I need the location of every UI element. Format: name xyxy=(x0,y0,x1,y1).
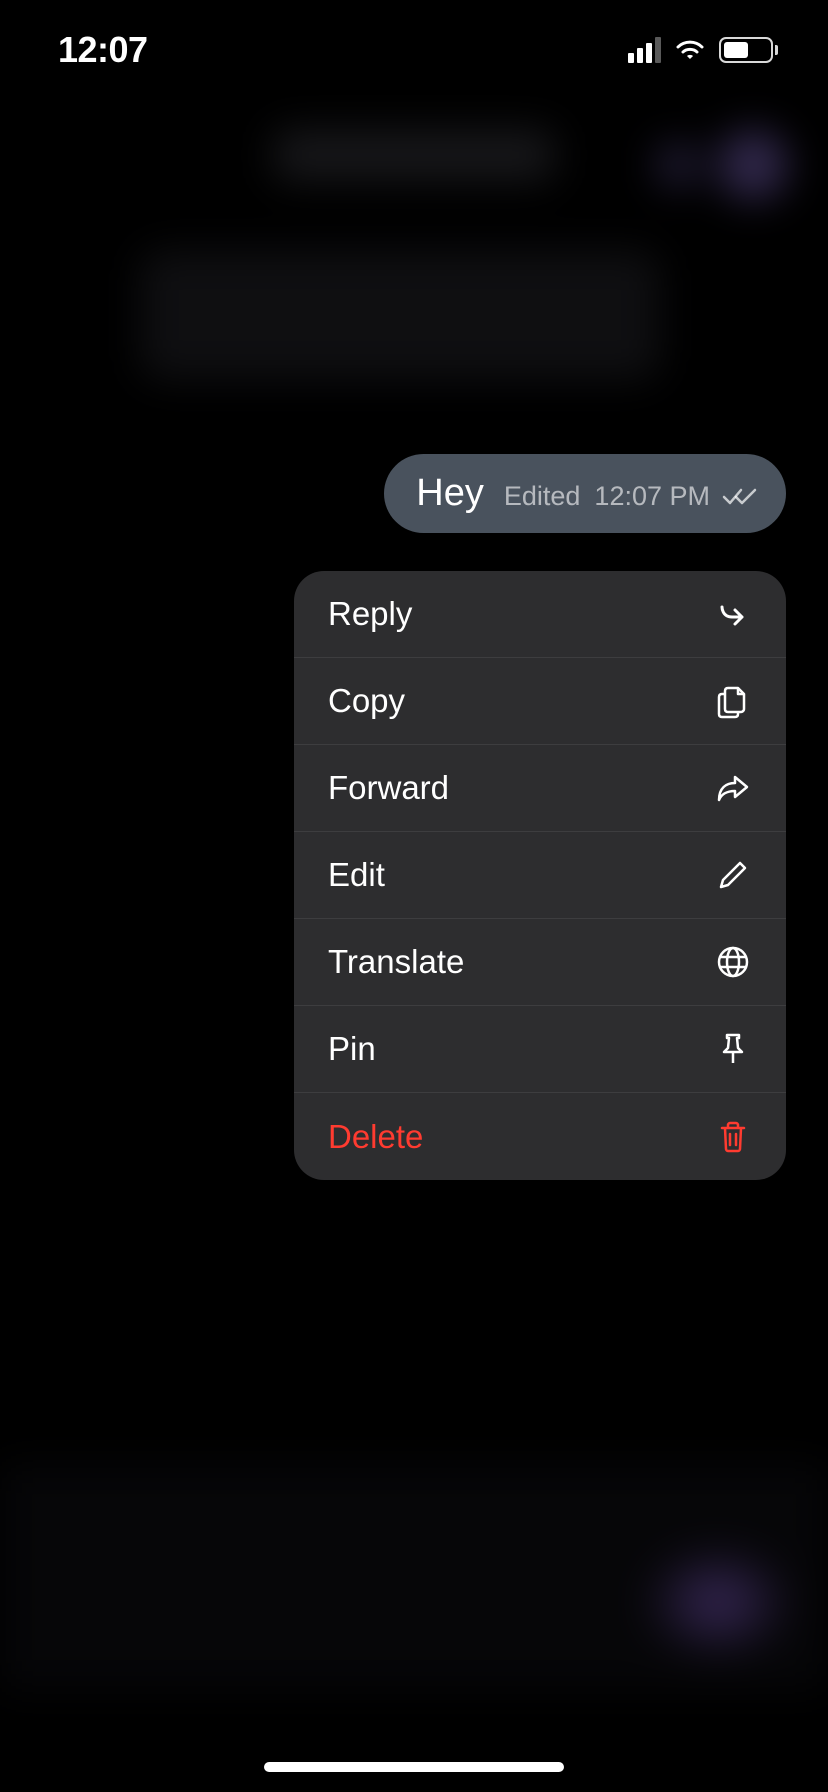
menu-label: Delete xyxy=(328,1118,423,1156)
menu-label: Copy xyxy=(328,682,405,720)
reply-arrow-icon xyxy=(714,595,752,633)
menu-item-reply[interactable]: Reply xyxy=(294,571,786,658)
edited-label: Edited xyxy=(504,481,581,512)
menu-item-forward[interactable]: Forward xyxy=(294,745,786,832)
menu-label: Forward xyxy=(328,769,449,807)
status-time: 12:07 xyxy=(58,29,148,71)
wifi-icon xyxy=(673,37,707,63)
message-time: 12:07 PM xyxy=(594,481,710,512)
pin-icon xyxy=(714,1030,752,1068)
menu-item-edit[interactable]: Edit xyxy=(294,832,786,919)
menu-label: Edit xyxy=(328,856,385,894)
context-menu: Reply Copy Forward Edit Translate xyxy=(294,571,786,1180)
cellular-signal-icon xyxy=(628,37,661,63)
copy-icon xyxy=(714,682,752,720)
menu-item-pin[interactable]: Pin xyxy=(294,1006,786,1093)
read-receipt-icon xyxy=(722,486,758,508)
menu-item-delete[interactable]: Delete xyxy=(294,1093,786,1180)
battery-icon xyxy=(719,37,778,63)
home-indicator[interactable] xyxy=(264,1762,564,1772)
message-text: Hey xyxy=(416,472,484,515)
forward-arrow-icon xyxy=(714,769,752,807)
message-metadata: Edited 12:07 PM xyxy=(504,481,758,512)
pencil-icon xyxy=(714,856,752,894)
globe-icon xyxy=(714,943,752,981)
status-bar: 12:07 xyxy=(0,0,828,100)
menu-label: Reply xyxy=(328,595,412,633)
status-icons xyxy=(628,37,778,63)
menu-item-copy[interactable]: Copy xyxy=(294,658,786,745)
menu-item-translate[interactable]: Translate xyxy=(294,919,786,1006)
trash-icon xyxy=(714,1118,752,1156)
menu-label: Translate xyxy=(328,943,464,981)
menu-label: Pin xyxy=(328,1030,376,1068)
message-bubble[interactable]: Hey Edited 12:07 PM xyxy=(384,454,786,533)
